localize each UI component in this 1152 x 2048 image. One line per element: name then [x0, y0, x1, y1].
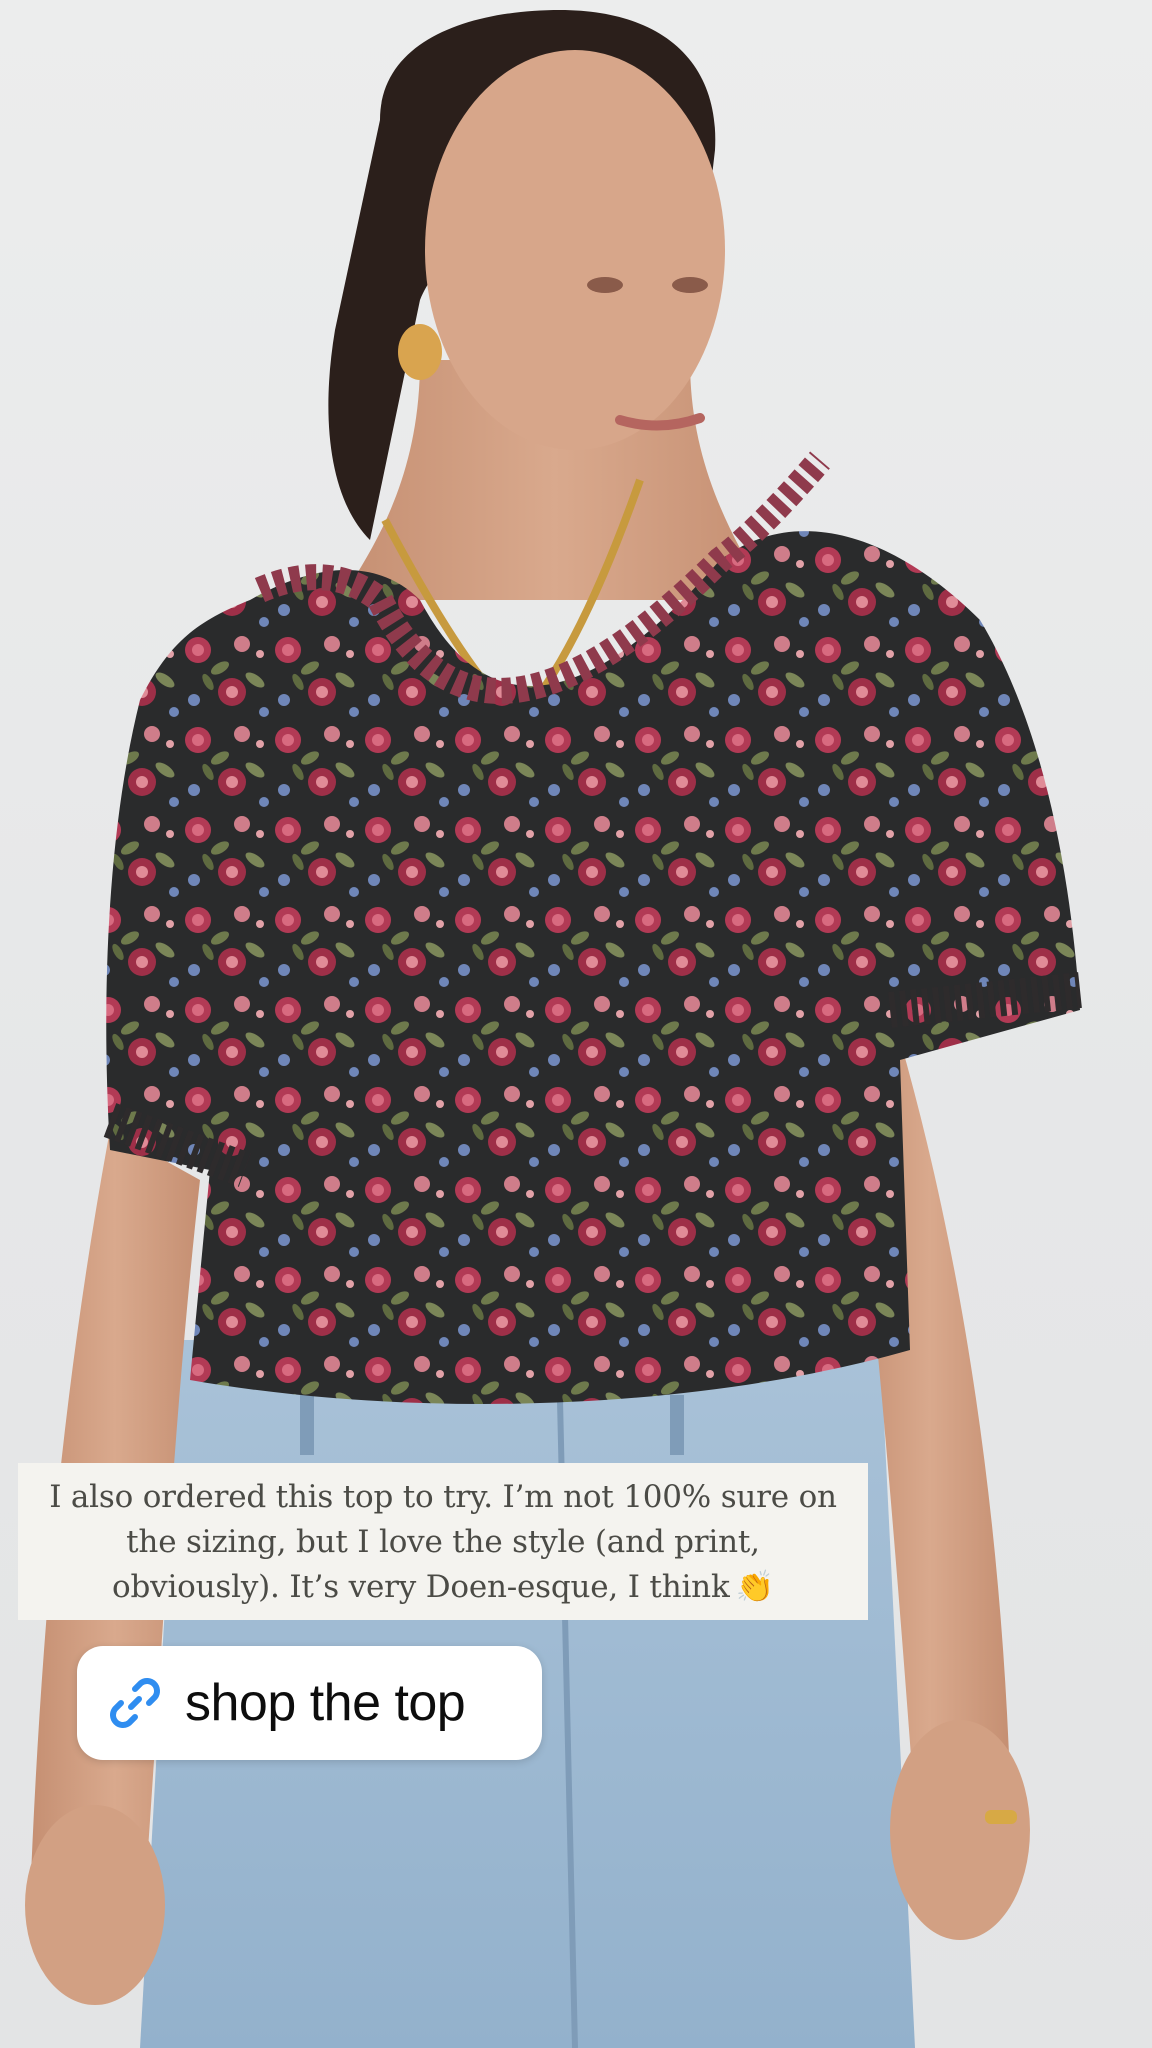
clapping-hands-emoji: 👏	[735, 1569, 775, 1605]
story-caption: I also ordered this top to try. I’m not …	[49, 1475, 837, 1610]
story-caption-box: I also ordered this top to try. I’m not …	[18, 1463, 868, 1620]
link-sticker-label: shop the top	[185, 1674, 466, 1732]
story-viewer: I also ordered this top to try. I’m not …	[0, 0, 1152, 2048]
link-icon	[105, 1673, 165, 1733]
shop-the-top-link-sticker[interactable]: shop the top	[77, 1646, 542, 1760]
story-caption-text: I also ordered this top to try. I’m not …	[49, 1479, 837, 1605]
